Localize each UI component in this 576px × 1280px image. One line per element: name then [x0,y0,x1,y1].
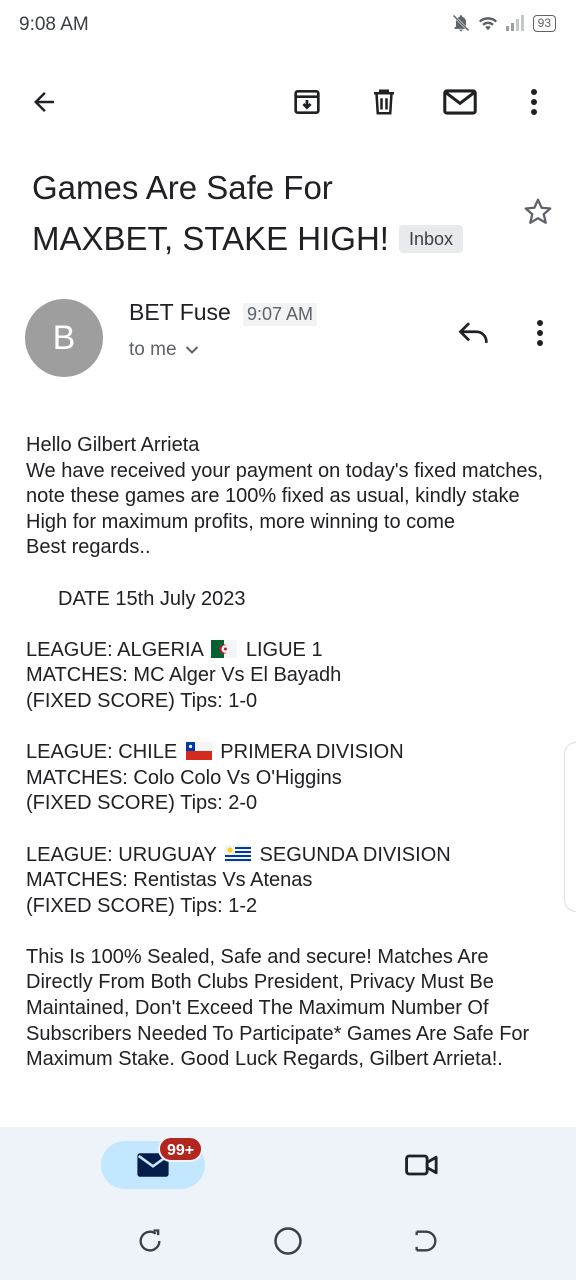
sender-name[interactable]: BET Fuse [129,299,231,326]
meet-tab[interactable] [400,1147,444,1183]
arrow-back-icon [34,92,54,112]
algeria-flag-icon [211,639,238,658]
match-1: MATCHES: MC Alger Vs El Bayadh [26,664,342,687]
mail-icon [443,89,477,115]
league-1-suffix: LIGUE 1 [245,638,323,661]
star-icon [524,198,552,224]
trash-icon [374,89,394,115]
archive-button[interactable] [289,84,325,120]
subject-line-1: Games Are Safe For [32,169,333,206]
closing-paragraph: This Is 100% Sealed, Safe and secure! Ma… [26,945,530,1071]
tips-1: (FIXED SCORE) Tips: 1-0 [26,689,258,712]
subject-line-2: MAXBET, STAKE HIGH! [32,220,389,257]
more-vert-icon [537,320,543,346]
wifi-icon [478,17,497,31]
email-body: Hello Gilbert Arrieta We have received y… [26,433,556,1073]
battery-indicator: 93 [532,14,556,32]
status-bar: 9:08 AM 93 [0,0,576,52]
email-toolbar [0,72,576,132]
home-circle-icon [274,1227,302,1255]
signal-icon [505,15,524,31]
chevron-down-icon [185,346,198,354]
status-icons: 93 [451,13,556,33]
league-3-prefix: LEAGUE: URUGUAY [26,843,217,866]
edge-panel-handle[interactable] [564,742,576,912]
unread-count-badge: 99+ [158,1136,204,1162]
league-2-prefix: LEAGUE: CHILE [26,741,178,764]
league-3: LEAGUE: URUGUAY SEGUNDA DIVISION [26,843,556,869]
subject-line-2-row: MAXBET, STAKE HIGH! Inbox [32,213,492,264]
status-time: 9:08 AM [19,14,89,35]
tips-2: (FIXED SCORE) Tips: 2-0 [26,792,258,815]
more-vert-icon [531,89,537,115]
back-button[interactable] [26,84,62,120]
league-3-suffix: SEGUNDA DIVISION [259,843,451,866]
match-2: MATCHES: Colo Colo Vs O'Higgins [26,766,342,789]
league-1-prefix: LEAGUE: ALGERIA [26,638,203,661]
message-more-button[interactable] [522,313,558,353]
recipient-details-toggle[interactable]: to me [129,339,199,361]
bell-off-icon [452,14,470,32]
email-subject: Games Are Safe For MAXBET, STAKE HIGH! I… [32,162,492,264]
reply-icon [458,322,488,343]
back-nav-button[interactable] [406,1221,446,1261]
league-2: LEAGUE: CHILE PRIMERA DIVISION [26,740,556,766]
match-3: MATCHES: Rentistas Vs Atenas [26,869,313,892]
bottom-navigation: 99+ [0,1127,576,1280]
recent-apps-button[interactable] [130,1221,170,1261]
avatar[interactable]: B [25,299,103,377]
greeting: Hello Gilbert Arrieta [26,434,200,456]
sender-row: B BET Fuse 9:07 AM to me [0,295,576,385]
inbox-label-chip[interactable]: Inbox [398,224,464,253]
tips-3: (FIXED SCORE) Tips: 1-2 [26,894,258,917]
match-date: DATE 15th July 2023 [58,587,246,610]
video-camera-icon [405,1154,438,1176]
archive-icon [294,90,320,114]
league-1: LEAGUE: ALGERIA LIGUE 1 [26,638,556,664]
league-2-suffix: PRIMERA DIVISION [220,741,404,764]
chile-flag-icon [185,742,212,761]
star-button[interactable] [518,192,558,232]
uruguay-flag-icon [224,844,251,863]
delete-button[interactable] [366,84,402,120]
more-options-button[interactable] [516,84,552,120]
recipient-label: to me [129,339,177,360]
recents-icon [139,1229,161,1252]
mark-unread-button[interactable] [442,84,478,120]
regards: Best regards.. [26,536,151,559]
email-time: 9:07 AM [243,303,318,326]
reply-button[interactable] [454,313,494,353]
back-nav-icon [415,1230,437,1252]
intro-paragraph: We have received your payment on today's… [26,459,544,533]
home-button[interactable] [268,1221,308,1261]
